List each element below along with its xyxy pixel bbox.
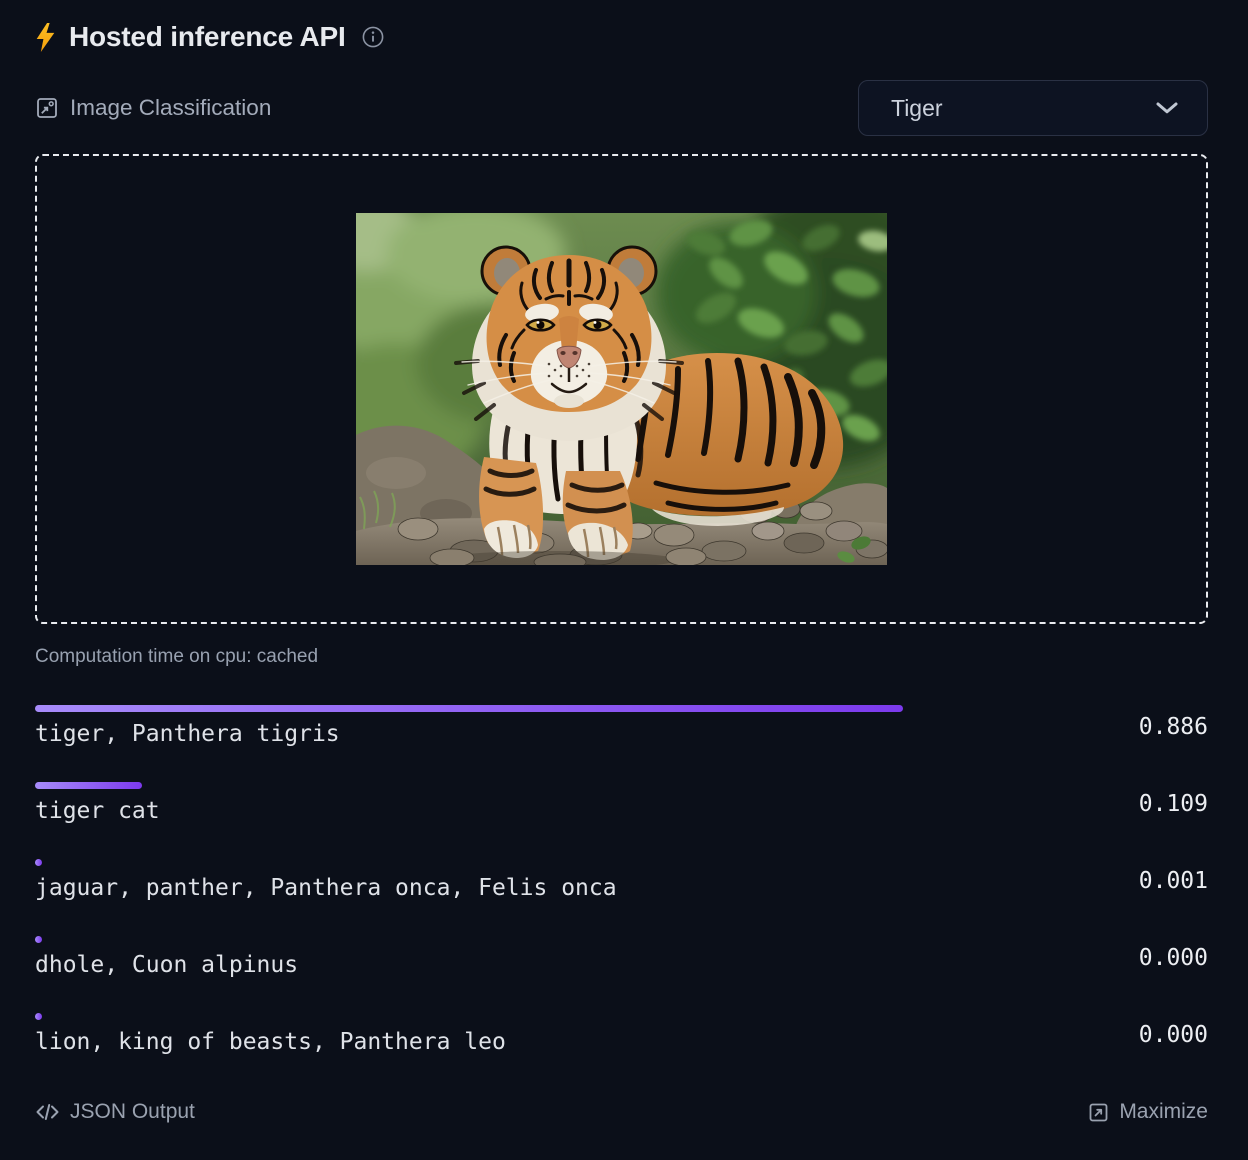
computation-time: Computation time on cpu: cached	[35, 646, 1208, 668]
code-icon	[35, 1102, 60, 1122]
result-bar-and-label: dhole, Cuon alpinus	[35, 936, 1015, 979]
page-title: Hosted inference API	[69, 21, 346, 53]
score-value: 0.000	[1015, 1022, 1208, 1048]
maximize-icon	[1088, 1102, 1109, 1123]
class-label: dhole, Cuon alpinus	[35, 951, 1015, 979]
score-bar	[35, 1013, 42, 1020]
result-bar-and-label: jaguar, panther, Panthera onca, Felis on…	[35, 859, 1015, 902]
result-row: jaguar, panther, Panthera onca, Felis on…	[35, 859, 1208, 902]
widget-header: Hosted inference API	[35, 21, 1208, 53]
json-output-label: JSON Output	[70, 1100, 195, 1124]
maximize-button[interactable]: Maximize	[1088, 1100, 1208, 1124]
result-row: dhole, Cuon alpinus 0.000	[35, 936, 1208, 979]
example-select[interactable]: Tiger	[858, 80, 1208, 136]
image-dropzone[interactable]	[35, 154, 1208, 624]
class-label: tiger, Panthera tigris	[35, 720, 1015, 748]
classification-results: tiger, Panthera tigris 0.886 tiger cat 0…	[35, 705, 1208, 1056]
info-icon[interactable]	[361, 25, 385, 49]
score-bar	[35, 705, 903, 712]
image-classification-icon	[35, 96, 59, 120]
json-output-button[interactable]: JSON Output	[35, 1100, 195, 1124]
lightning-bolt-icon	[35, 23, 56, 52]
score-value: 0.109	[1015, 791, 1208, 817]
result-bar-and-label: tiger cat	[35, 782, 1015, 825]
example-select-value: Tiger	[891, 95, 943, 122]
class-label: lion, king of beasts, Panthera leo	[35, 1028, 1015, 1056]
result-row: lion, king of beasts, Panthera leo 0.000	[35, 1013, 1208, 1056]
score-value: 0.886	[1015, 714, 1208, 740]
score-bar	[35, 859, 42, 866]
result-row: tiger, Panthera tigris 0.886	[35, 705, 1208, 748]
inference-widget: Hosted inference API Image Classificatio…	[0, 0, 1248, 1124]
result-bar-and-label: tiger, Panthera tigris	[35, 705, 1015, 748]
task-row: Image Classification Tiger	[35, 80, 1208, 136]
input-image-tiger	[356, 213, 887, 565]
task-label-group: Image Classification	[35, 95, 271, 121]
score-value: 0.001	[1015, 868, 1208, 894]
task-label: Image Classification	[70, 95, 271, 121]
result-row: tiger cat 0.109	[35, 782, 1208, 825]
score-bar	[35, 782, 142, 789]
widget-footer: JSON Output Maximize	[35, 1100, 1208, 1124]
score-bar	[35, 936, 42, 943]
chevron-down-icon	[1155, 101, 1179, 115]
result-bar-and-label: lion, king of beasts, Panthera leo	[35, 1013, 1015, 1056]
class-label: jaguar, panther, Panthera onca, Felis on…	[35, 874, 1015, 902]
score-value: 0.000	[1015, 945, 1208, 971]
maximize-label: Maximize	[1119, 1100, 1208, 1124]
class-label: tiger cat	[35, 797, 1015, 825]
